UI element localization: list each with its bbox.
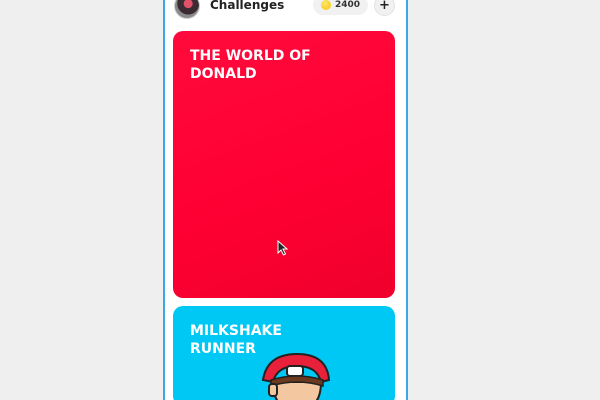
plus-icon: + bbox=[379, 0, 390, 13]
header: Challenges 2400 + bbox=[165, 0, 406, 20]
runner-character-illustration bbox=[261, 352, 331, 400]
challenge-card-milkshake-runner[interactable]: MILKSHAKE RUNNER bbox=[173, 306, 395, 400]
coin-count: 2400 bbox=[334, 0, 361, 10]
coin-balance[interactable]: 2400 bbox=[313, 0, 368, 15]
app-frame: Challenges 2400 + THE WORLD OF DONALD MI… bbox=[163, 0, 408, 400]
coin-icon bbox=[320, 0, 331, 10]
card-title: THE WORLD OF DONALD bbox=[190, 48, 311, 82]
avatar[interactable] bbox=[174, 0, 200, 19]
mouse-cursor-icon bbox=[277, 240, 289, 256]
challenge-card-world-of-donald[interactable]: THE WORLD OF DONALD bbox=[173, 31, 395, 298]
page-title: Challenges bbox=[210, 0, 285, 12]
add-coins-button[interactable]: + bbox=[374, 0, 395, 16]
